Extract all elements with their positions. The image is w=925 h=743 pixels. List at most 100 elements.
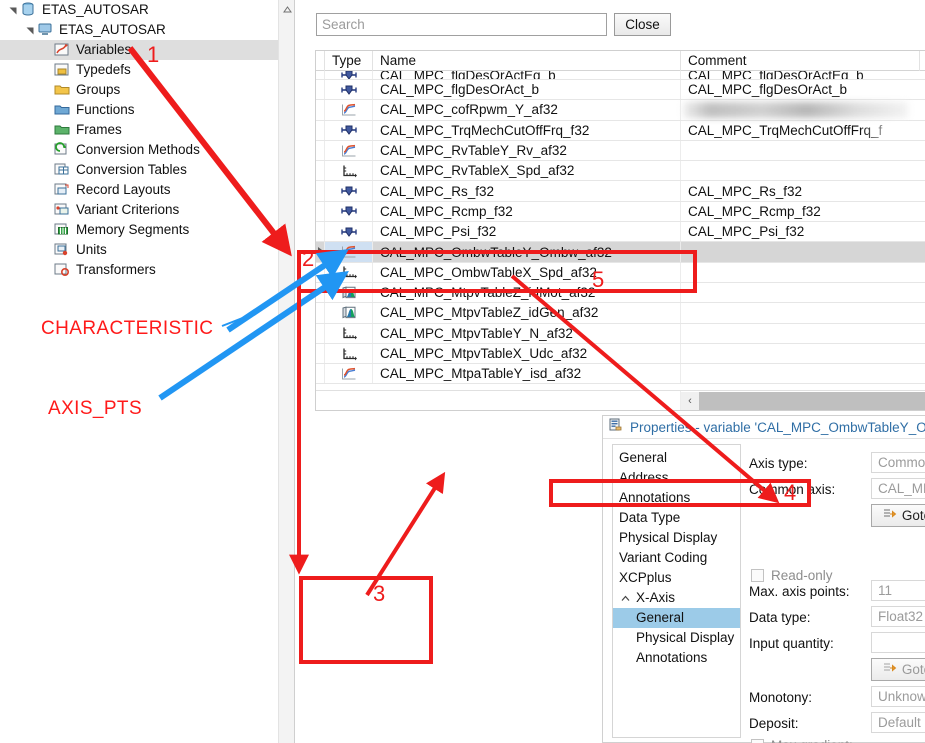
field-data-type[interactable]: Float32 [871,606,925,627]
tree-node-label: Memory Segments [76,222,190,237]
chevron-up-icon[interactable] [621,588,630,608]
table-row[interactable]: CAL_MPC_MtpaTableY_isd_af32 [316,364,925,385]
properties-nav-list[interactable]: General Address Annotations Data Type Physic… [612,444,741,738]
props-nav-item-label: Variant Coding [619,550,708,565]
close-button[interactable]: Close [614,13,671,36]
row-expander[interactable] [316,262,325,282]
row-expander[interactable] [316,222,325,242]
row-expander[interactable] [316,120,325,140]
tree-node-variant-criterions[interactable]: Variant Criterions [0,200,294,220]
table-row[interactable]: CAL_MPC_MtpvTableY_N_af32 [316,323,925,344]
field-common-axis[interactable]: CAL_MPC_OmbwTableX_Spd_af32 [871,478,925,499]
props-nav-item-physical-display[interactable]: Physical Display [613,528,740,548]
table-cell-comment-wrap [681,324,920,343]
table-cell-name: CAL_MPC_OmbwTableY_Ombw_af32 [373,242,681,262]
max-gradient-checkbox-row[interactable]: Max gradient: [751,738,853,743]
props-nav-item-x-axis[interactable]: X-Axis [613,588,740,608]
row-expander[interactable] [316,181,325,201]
table-cell-comment-wrap [681,100,920,119]
tree-node-label: Record Layouts [76,182,171,197]
row-expander[interactable] [316,80,325,100]
field-max-axis-points[interactable]: 11 [871,580,925,601]
row-expander[interactable] [316,343,325,364]
row-expander[interactable] [316,161,325,181]
field-axis-type[interactable]: CommonAxis [871,452,925,473]
max-gradient-checkbox[interactable] [751,739,764,743]
props-nav-item-data-type[interactable]: Data Type [613,508,740,528]
row-expander[interactable] [316,323,325,343]
table-row[interactable]: CAL_MPC_MtpvTableZ_idGen_af32 [316,303,925,324]
props-nav-item-general[interactable]: General [613,608,740,628]
row-expander[interactable] [316,242,325,262]
table-cell-comment-wrap [681,242,920,261]
table-row[interactable]: CAL_MPC_MtpvTableZ_idMot_af32 [316,282,925,304]
props-nav-item-general[interactable]: General [613,448,740,468]
readonly-checkbox-row[interactable]: Read-only [751,568,833,583]
table-row[interactable]: CAL_MPC_RvTableY_Rv_af32 [316,140,925,162]
table-row[interactable]: CAL_MPC_TrqMechCutOffFrq_f32 CAL_MPC_TrqM… [316,120,925,141]
hscroll-left-arrow-icon[interactable]: ‹ [681,391,699,410]
props-nav-item-annotations[interactable]: Annotations [613,488,740,508]
row-expander[interactable] [316,100,325,120]
table-row[interactable]: CAL_MPC_flgDesOrAct_b CAL_MPC_flgDesOrAct… [316,80,925,101]
row-expander[interactable] [316,71,325,79]
table-row[interactable]: CAL_MPC_cofRpwm_Y_af32 [316,100,925,121]
tree-node-record-layouts[interactable]: Record Layouts [0,180,294,200]
table-row[interactable]: CAL_MPC_RvTableX_Spd_af32 [316,161,925,182]
table-row[interactable]: CAL_MPC_OmbwTableY_Ombw_af32 [316,242,925,263]
conversion-tables-icon [54,162,72,178]
table-horizontal-scrollbar[interactable]: ‹ [316,390,925,410]
axis-icon [325,323,373,343]
table-row[interactable]: CAL_MPC_Rs_f32 CAL_MPC_Rs_f32 [316,181,925,202]
goto-icon [883,662,897,677]
search-input[interactable] [316,13,607,36]
readonly-checkbox[interactable] [751,569,764,582]
conversion-methods-icon [54,142,72,158]
hscroll-thumb[interactable] [699,391,925,410]
tree-node-conversion-tables[interactable]: Conversion Tables [0,160,294,180]
table-header-comment[interactable]: Comment [681,51,920,71]
row-expander[interactable] [316,303,325,323]
table-row[interactable]: CAL_MPC_MtpvTableX_Udc_af32 [316,343,925,365]
tree-node-groups[interactable]: Groups [0,80,294,100]
goto-button-input-quantity[interactable]: Goto [871,658,925,681]
row-expander[interactable] [316,201,325,222]
props-nav-item-address[interactable]: Address [613,468,740,488]
tree-node-frames[interactable]: Frames [0,120,294,140]
tree-node-etas-autosar[interactable]: ETAS_AUTOSAR [0,20,294,40]
table-header-name[interactable]: Name [373,51,681,71]
tree-node-memory-segments[interactable]: Memory Segments [0,220,294,240]
redacted-comment [683,102,908,119]
row-expander[interactable] [316,282,325,303]
goto-button-axis[interactable]: Goto [871,504,925,527]
field-monotony[interactable]: Unknown [871,686,925,707]
field-input-quantity[interactable] [871,632,925,653]
scroll-up-arrow-icon[interactable] [282,4,292,14]
table-header-type[interactable]: Type [325,51,373,71]
tree-node-conversion-methods[interactable]: Conversion Methods [0,140,294,160]
row-expander[interactable] [316,140,325,161]
props-nav-item-annotations[interactable]: Annotations [613,648,740,668]
table-row[interactable]: CAL_MPC_Psi_f32 CAL_MPC_Psi_f32 [316,222,925,243]
props-nav-item-xcpplus[interactable]: XCPplus [613,568,740,588]
table-row[interactable]: CAL_MPC_Rcmp_f32 CAL_MPC_Rcmp_f32 [316,201,925,223]
search-toolbar: Close [296,0,925,44]
tree-node-label: Typedefs [76,62,131,77]
row-expander[interactable] [316,364,325,384]
tree-twisty-icon[interactable] [6,0,20,20]
properties-form: Axis type: Common axis: Max. axis points… [749,444,925,743]
props-nav-item-variant-coding[interactable]: Variant Coding [613,548,740,568]
tree-node-units[interactable]: Units [0,240,294,260]
table-cell-comment-wrap [681,141,920,160]
field-deposit[interactable]: Default [871,712,925,733]
tree-node-etas-autosar[interactable]: ETAS_AUTOSAR [0,0,294,20]
table-row[interactable]: CAL_MPC_flgDesOrActEq_b CAL_MPC_flgDesOrA… [316,71,925,80]
props-nav-item-physical-display[interactable]: Physical Display [613,628,740,648]
tree-twisty-icon [40,240,54,260]
tree-node-transformers[interactable]: Transformers [0,260,294,280]
table-cell-comment: CAL_MPC_Rcmp_f32 [688,203,821,219]
table-row[interactable]: CAL_MPC_OmbwTableX_Spd_af32 [316,262,925,283]
tree-node-functions[interactable]: Functions [0,100,294,120]
tree-vertical-scrollbar[interactable] [278,0,294,743]
tree-twisty-icon[interactable] [23,20,37,40]
